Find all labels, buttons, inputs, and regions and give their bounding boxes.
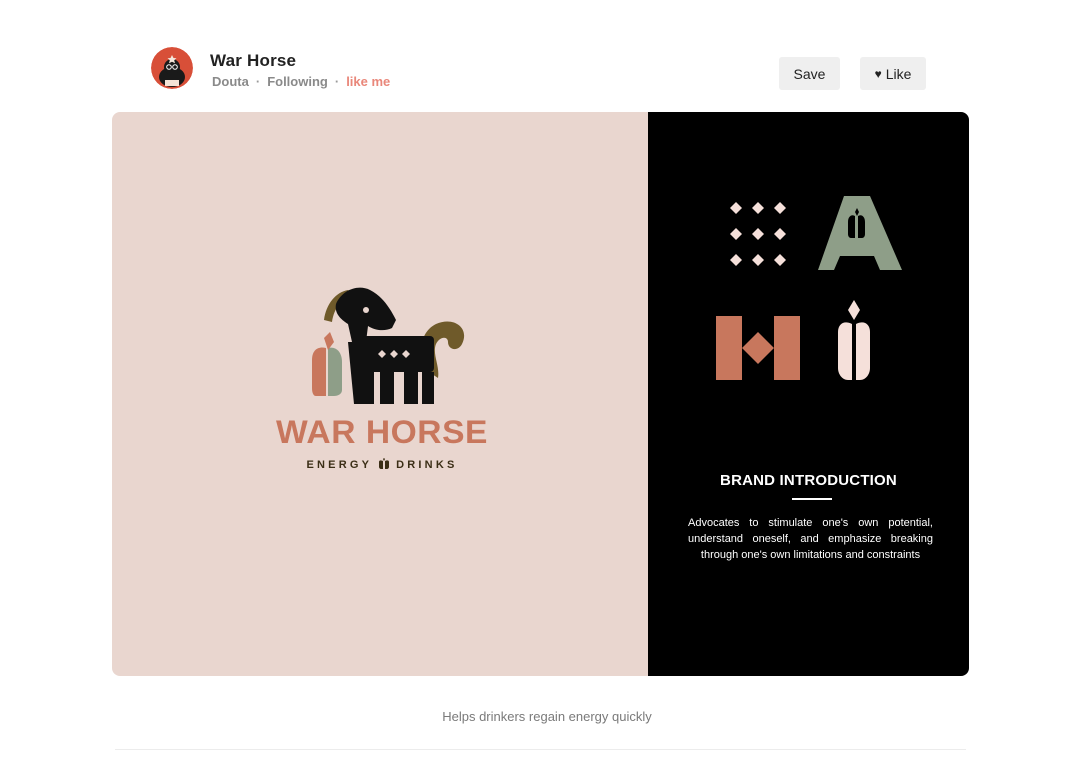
post-title: War Horse: [210, 51, 297, 70]
separator-dot: ·: [334, 74, 340, 89]
tulip-icon: [838, 300, 870, 380]
following-status[interactable]: Following: [267, 74, 328, 89]
divider: [115, 749, 966, 750]
image-caption: Helps drinkers regain energy quickly: [442, 709, 652, 724]
save-label: Save: [793, 65, 826, 82]
tagline-drinks: DRINKS: [396, 459, 458, 471]
brand-intro-heading: BRAND INTRODUCTION: [720, 472, 897, 489]
diamond-grid-icon: [730, 202, 786, 266]
like-me-link[interactable]: like me: [346, 74, 390, 89]
brand-name: WAR HORSE: [276, 414, 488, 450]
author-link[interactable]: Douta: [212, 74, 249, 89]
logo-panel: WAR HORSE ENERGY DRINKS: [112, 112, 648, 676]
brand-intro-text: Advocates to stimulate one's own potenti…: [688, 517, 933, 561]
avatar-image: [151, 47, 193, 89]
war-horse-logo-icon: [312, 287, 465, 404]
heading-divider: [792, 498, 832, 500]
artwork-image[interactable]: WAR HORSE ENERGY DRINKS BRAND INTRODUCTI…: [112, 112, 969, 676]
save-button[interactable]: Save: [779, 57, 840, 90]
separator-dot: ·: [255, 74, 261, 89]
tagline-energy: ENERGY: [306, 459, 373, 471]
brand-intro-panel: BRAND INTRODUCTION Advocates to stimulat…: [648, 112, 969, 676]
heart-icon: ♥: [874, 66, 882, 81]
letter-h-icon: [716, 316, 800, 380]
post-meta: Douta · Following · like me: [212, 74, 390, 89]
brand-marks-graphic: [716, 196, 902, 380]
tulip-mini-icon: [379, 458, 390, 469]
brand-tagline: ENERGY DRINKS: [112, 458, 652, 471]
like-label: Like: [885, 65, 912, 82]
avatar[interactable]: [151, 47, 193, 89]
like-button[interactable]: ♥ Like: [860, 57, 926, 90]
letter-a-icon: [818, 196, 902, 270]
